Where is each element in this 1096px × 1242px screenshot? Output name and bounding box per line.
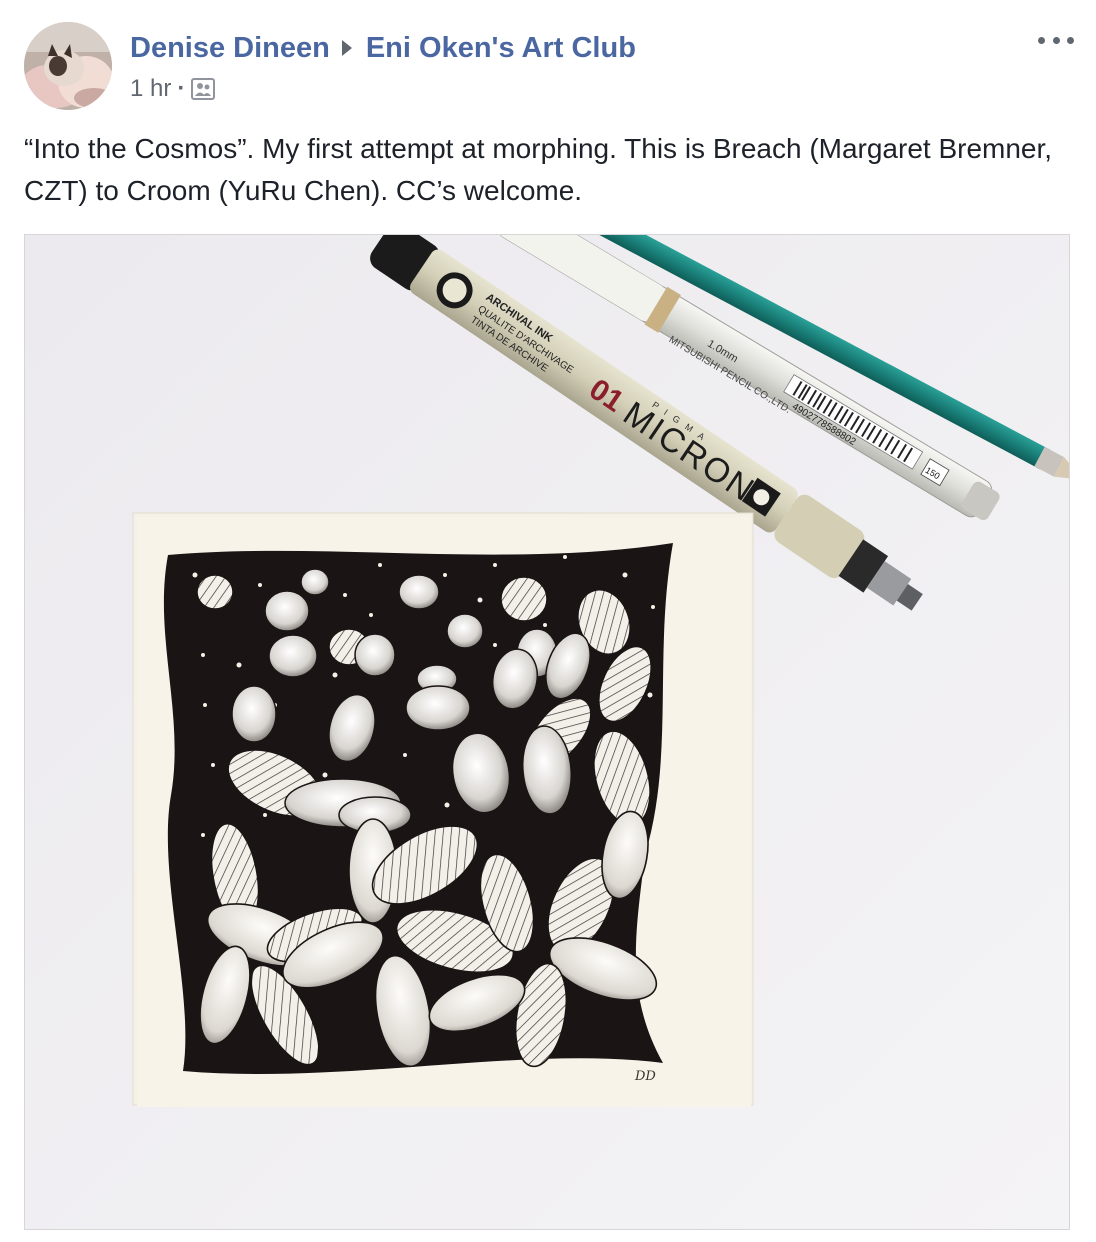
artist-signature: DD — [634, 1069, 656, 1084]
more-dot — [1067, 36, 1074, 44]
shared-to-arrow-icon — [341, 40, 352, 56]
more-options-icon[interactable] — [1038, 30, 1074, 50]
author-name-link[interactable]: Denise Dineen — [130, 32, 330, 65]
post-photo[interactable]: 1.0mm MITSUBISHI PENCIL CO.,LTD. 4902778… — [24, 234, 1070, 1230]
author-avatar[interactable] — [24, 22, 112, 110]
avatar-cat-image — [24, 22, 112, 110]
more-dot — [1038, 36, 1045, 44]
post-timestamp[interactable]: 1 hr — [130, 75, 171, 103]
post-author-line: Denise Dineen Eni Oken's Art Club — [130, 28, 636, 68]
post-header: Denise Dineen Eni Oken's Art Club 1 hr · — [0, 0, 1096, 120]
zentangle-photo-illustration: 1.0mm MITSUBISHI PENCIL CO.,LTD. 4902778… — [25, 235, 1069, 1229]
post-message: “Into the Cosmos”. My first attempt at m… — [24, 133, 1053, 206]
more-dot — [1052, 36, 1060, 44]
group-audience-icon[interactable] — [191, 78, 216, 100]
group-name-link[interactable]: Eni Oken's Art Club — [366, 32, 636, 65]
feed-post: Denise Dineen Eni Oken's Art Club 1 hr · — [0, 0, 1096, 1242]
meta-separator: · — [177, 75, 186, 102]
post-meta: 1 hr · — [130, 72, 216, 106]
